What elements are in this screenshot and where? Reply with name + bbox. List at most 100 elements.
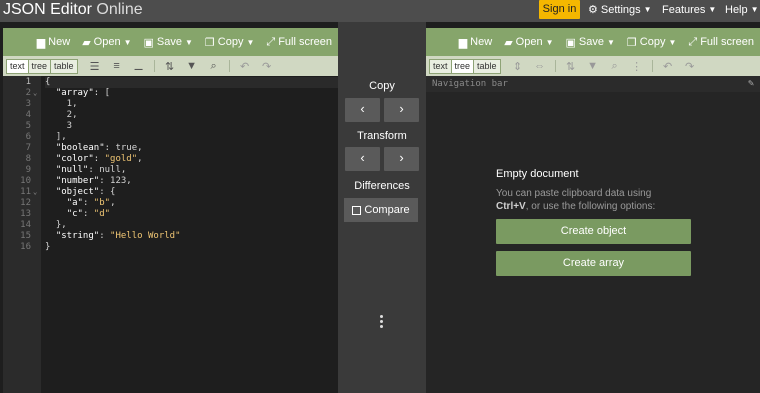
folder-icon: ▰ — [504, 36, 513, 49]
redo-icon[interactable]: ↷ — [681, 58, 699, 74]
fullscreen-button[interactable]: ⤢ Full screen — [266, 36, 332, 49]
sign-in-button[interactable]: Sign in — [539, 0, 580, 19]
code-line: "object": { — [55, 187, 116, 197]
caret-down-icon: ▼ — [545, 37, 554, 47]
kebab-menu-icon[interactable] — [380, 315, 384, 328]
middle-controls: Copy ‹ › Transform ‹ › Differences Compa… — [338, 22, 426, 393]
chevron-left-icon: ‹ — [360, 101, 365, 116]
undo-icon[interactable]: ↶ — [236, 58, 254, 74]
search-icon[interactable]: ⌕ — [606, 58, 624, 74]
collapse-all-icon[interactable]: ⇔ — [531, 58, 549, 74]
top-bar: JSON Editor Online Sign in ⚙ Settings ▼ … — [0, 0, 760, 22]
left-mode-switch: text tree table — [6, 58, 78, 74]
features-label: Features — [662, 4, 706, 16]
fold-toggle-icon[interactable]: ⌄ — [33, 187, 37, 198]
caret-down-icon: ▼ — [708, 5, 717, 14]
edit-icon[interactable]: ✎ — [748, 76, 754, 92]
differences-section-label: Differences — [354, 180, 410, 192]
code-line: { — [45, 77, 338, 88]
line-number: 7 — [25, 143, 31, 153]
mode-text-tab[interactable]: text — [7, 59, 29, 73]
new-button[interactable]: ▆ New — [459, 36, 492, 49]
expand-icon: ⤢ — [266, 35, 276, 48]
line-number: 4 — [25, 110, 31, 120]
mode-table-tab[interactable]: table — [474, 60, 500, 73]
empty-msg-part1: You can paste clipboard data using — [496, 188, 652, 199]
expand-all-icon[interactable]: ⇕ — [509, 58, 527, 74]
new-button[interactable]: ▆ New — [37, 36, 70, 49]
copy-button[interactable]: ❐ Copy ▼ — [205, 36, 254, 49]
line-number: 11 — [20, 187, 31, 197]
brand-main: JSON Editor — [3, 1, 92, 18]
open-label: Open — [93, 36, 121, 48]
save-button[interactable]: ▣ Save ▼ — [144, 36, 193, 49]
redo-icon[interactable]: ↷ — [258, 58, 276, 74]
fullscreen-button[interactable]: ⤢ Full screen — [688, 36, 754, 49]
sort-icon[interactable]: ⇅ — [562, 58, 580, 74]
more-icon[interactable]: ⋮ — [628, 58, 646, 74]
open-button[interactable]: ▰ Open ▼ — [504, 36, 553, 49]
copy-left-button[interactable]: ‹ — [345, 98, 380, 122]
line-number: 3 — [25, 99, 31, 109]
open-label: Open — [515, 36, 543, 48]
repair-icon[interactable]: ⚊ — [130, 58, 148, 74]
right-menu-bar: ▆ New ▰ Open ▼ ▣ Save ▼ ❐ Copy ▼ ⤢ Full … — [426, 28, 760, 56]
code-line: "number": 123, — [55, 176, 132, 186]
compact-icon[interactable]: ≡ — [108, 58, 126, 74]
new-document-icon: ▆ — [458, 36, 468, 49]
navigation-bar[interactable]: Navigation bar ✎ — [426, 76, 760, 92]
mode-tree-tab[interactable]: tree — [29, 59, 52, 73]
checkbox-icon — [352, 205, 362, 215]
compare-button[interactable]: Compare — [344, 198, 418, 222]
copy-icon: ❐ — [204, 36, 215, 49]
settings-label: Settings — [600, 4, 641, 16]
mode-table-tab[interactable]: table — [51, 60, 77, 73]
right-mode-switch: text tree table — [429, 58, 501, 74]
brand: JSON Editor Online — [3, 0, 143, 22]
transform-left-button[interactable]: ‹ — [345, 147, 380, 171]
empty-document-message: Empty document You can paste clipboard d… — [496, 168, 696, 283]
format-icon[interactable]: ☰ — [86, 58, 104, 74]
code-editor[interactable]: 1 2 ⌄ 3 4 5 6 7 8 9 10 11 ⌄ 12 13 14 15 16 { "array": [ 1… — [3, 76, 338, 393]
filter-icon[interactable]: ▼ — [183, 58, 201, 74]
empty-help-text: You can paste clipboard data using Ctrl+… — [496, 187, 696, 213]
undo-icon[interactable]: ↶ — [659, 58, 677, 74]
code-line: "a": "b", — [66, 198, 116, 208]
fold-toggle-icon[interactable]: ⌄ — [33, 88, 37, 99]
chevron-left-icon: ‹ — [360, 150, 365, 165]
copy-label: Copy — [217, 36, 244, 48]
transform-section-label: Transform — [357, 130, 407, 142]
new-label: New — [470, 36, 493, 48]
left-toolbar: text tree table ☰ ≡ ⚊ ⇅ ▼ ⌕ ↶ ↷ — [3, 56, 338, 76]
filter-icon[interactable]: ▼ — [584, 58, 602, 74]
mode-tree-tab[interactable]: tree — [451, 59, 475, 73]
copy-button[interactable]: ❐ Copy ▼ — [627, 36, 676, 49]
create-object-button[interactable]: Create object — [496, 219, 691, 244]
code-line: 1, — [45, 99, 78, 109]
code-line: "string": "Hello World" — [55, 231, 181, 241]
help-label: Help — [725, 4, 748, 16]
help-menu[interactable]: Help ▼ — [725, 0, 759, 20]
copy-icon: ❐ — [626, 36, 637, 49]
line-number: 5 — [25, 121, 31, 131]
features-menu[interactable]: Features ▼ — [662, 0, 716, 20]
navigation-bar-label: Navigation bar — [432, 79, 508, 89]
line-number: 10 — [20, 176, 31, 186]
settings-menu[interactable]: ⚙ Settings ▼ — [588, 0, 652, 20]
mode-text-tab[interactable]: text — [430, 59, 452, 73]
save-label: Save — [578, 36, 604, 48]
save-button[interactable]: ▣ Save ▼ — [566, 36, 615, 49]
chevron-right-icon: › — [399, 150, 404, 165]
line-number: 2 — [25, 88, 31, 98]
create-array-button[interactable]: Create array — [496, 251, 691, 276]
compare-label: Compare — [364, 204, 410, 216]
transform-right-button[interactable]: › — [384, 147, 419, 171]
copy-right-button[interactable]: › — [384, 98, 419, 122]
line-number: 12 — [20, 198, 31, 208]
open-button[interactable]: ▰ Open ▼ — [82, 36, 131, 49]
caret-down-icon: ▼ — [184, 37, 193, 47]
toolbar-divider — [228, 60, 230, 72]
search-icon[interactable]: ⌕ — [205, 58, 223, 74]
line-number: 15 — [20, 231, 31, 241]
sort-icon[interactable]: ⇅ — [161, 58, 179, 74]
